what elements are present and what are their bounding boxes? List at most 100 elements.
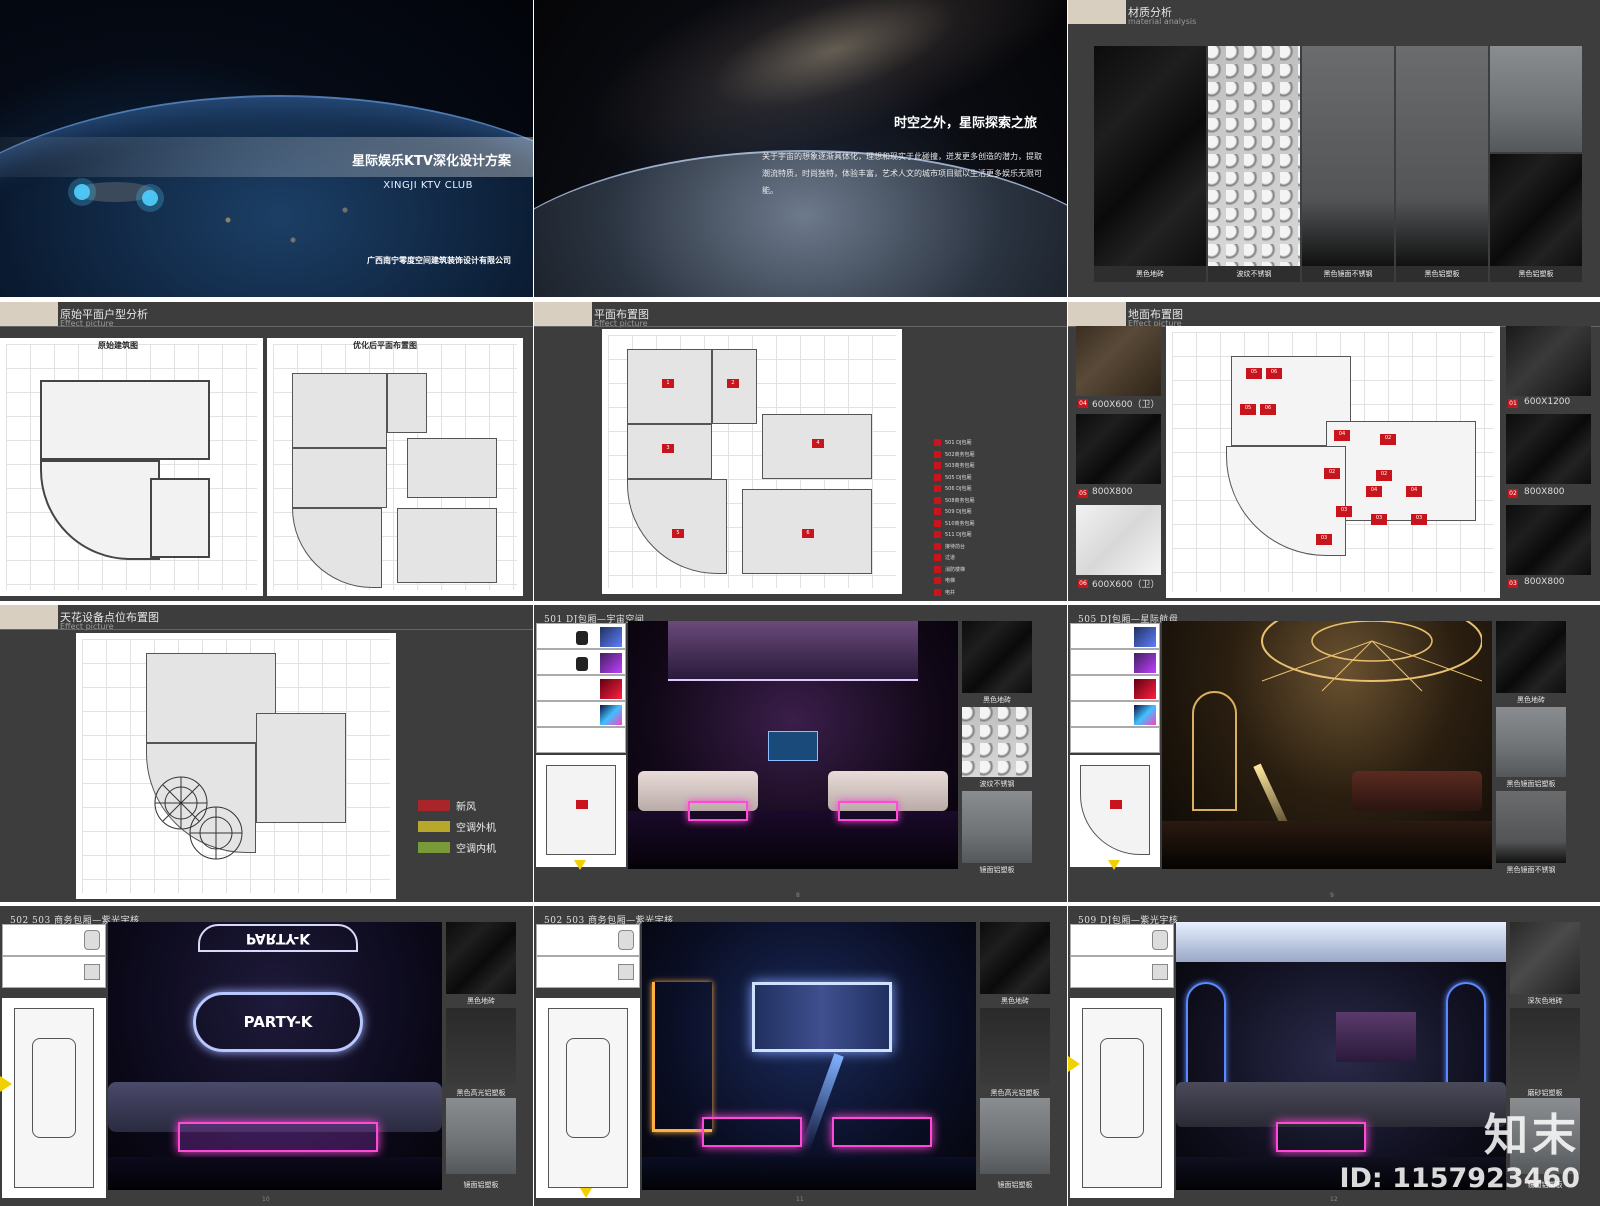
material-label: 黑色镜面不锈钢 <box>1302 266 1394 282</box>
concept-text: 关于宇宙的想象逐渐具体化，理想和现实于此碰撞，迸发更多创造的潜力，提取潮流特质，… <box>762 152 1042 195</box>
legend-row: 过道 <box>934 552 1044 564</box>
slide-room-502-503-a[interactable]: 502 503 商务包厢—紫光宇核 PARTY-K PARTY-K 黑色地砖 黑… <box>0 906 533 1206</box>
view-arrow-icon <box>574 860 586 870</box>
room <box>407 438 497 498</box>
legend-row: 501 DJ包厢 <box>934 437 1044 449</box>
room-marker <box>1110 800 1122 809</box>
slide-layout-plan[interactable]: 平面布置图 Effect picture 1 2 3 4 5 6 501 DJ包… <box>534 302 1067 601</box>
floor-tag: 05 <box>1240 404 1256 415</box>
slide-floor-plan[interactable]: 地面布置图 Effect picture 04 600X600（卫） 05 80… <box>1068 302 1600 601</box>
legend-row: 消防楼梯 <box>934 564 1044 576</box>
legend-text: 511 DJ包厢 <box>945 532 972 539</box>
material-label: 镜面铝塑板 <box>997 1181 1033 1189</box>
legend-text: 空调外机 <box>456 823 496 834</box>
light-thumbnail <box>1134 705 1156 725</box>
sofa-outline <box>566 1038 610 1138</box>
material-swatch <box>446 1098 516 1174</box>
slide-materials[interactable]: 材质分析 material analysis 黑色地砖 波纹不锈钢 黑色镜面不锈… <box>1068 0 1600 297</box>
tile-number: 03 <box>1508 579 1518 588</box>
header-divider <box>0 326 533 327</box>
material-label: 深灰色地砖 <box>1527 997 1563 1005</box>
room-render <box>1162 621 1492 869</box>
light-thumbnail <box>1134 679 1156 699</box>
header-block <box>0 302 58 326</box>
floor-tag: 04 <box>1366 486 1382 497</box>
equipment-table <box>2 924 106 988</box>
floor <box>628 811 958 869</box>
fixture-icon <box>618 930 634 950</box>
room-render: PARTY-K PARTY-K <box>108 922 442 1190</box>
floor-tag: 02 <box>1380 434 1396 445</box>
legend-swatch <box>934 554 941 562</box>
legend-text: 502商务包厢 <box>945 451 975 458</box>
legend-row: 508商务包厢 <box>934 495 1044 507</box>
project-subtitle: XINGJI KTV CLUB <box>383 180 473 191</box>
fixture-icon <box>618 964 634 980</box>
legend-row: 电井 <box>934 587 1044 599</box>
material-label: 黑色铝塑板 <box>1490 266 1582 282</box>
material-swatch <box>980 922 1050 994</box>
header-divider <box>534 326 1067 327</box>
legend-row: 接待前台 <box>934 541 1044 553</box>
original-plan-drawing: 原始建筑图 <box>0 338 263 596</box>
slide-ceiling-plan[interactable]: 天花设备点位布置图 Effect picture 新风 空调外机 空调内机 <box>0 605 533 902</box>
material-label: 磨砂铝塑板 <box>1527 1089 1563 1097</box>
screen <box>1336 1012 1416 1062</box>
slide-cover[interactable]: 星际娱乐KTV深化设计方案 XINGJI KTV CLUB 广西南宁零度空间建筑… <box>0 0 533 297</box>
legend-row: 506 DJ包厢 <box>934 483 1044 495</box>
legend-swatch <box>934 542 941 550</box>
slide-room-501[interactable]: 501 DJ包厢—宇宙空间 黑色地砖 波纹不锈钢 镜面铝塑板 8 <box>534 605 1067 902</box>
material-swatch <box>446 922 516 994</box>
material-label: 黑色高光铝塑板 <box>456 1089 506 1097</box>
ceiling-feature <box>189 806 243 860</box>
sofa-outline <box>32 1038 76 1138</box>
company-name: 广西南宁零度空间建筑装饰设计有限公司 <box>367 256 511 265</box>
light-thumbnail <box>600 627 622 647</box>
legend-text: 空调内机 <box>456 844 496 855</box>
legend-row: 505 DJ包厢 <box>934 472 1044 484</box>
room <box>292 448 387 508</box>
room <box>387 373 427 433</box>
sofa <box>1352 771 1482 811</box>
header-block <box>0 605 58 629</box>
slide-room-505[interactable]: 505 DJ包厢—星际航母 黑色地砖 黑色镜面铝塑板 黑色镜面不锈钢 9 <box>1068 605 1600 902</box>
table-light <box>688 801 748 821</box>
tile-swatch <box>1076 326 1161 396</box>
slide-subtitle: material analysis <box>1128 17 1197 26</box>
tile-number: 02 <box>1508 489 1518 498</box>
material-swatch <box>1302 46 1394 266</box>
floor-tag: 02 <box>1324 468 1340 479</box>
legend-swatch <box>934 450 941 458</box>
material-swatch <box>1510 922 1580 994</box>
room-key-plan <box>536 755 626 867</box>
screen <box>768 731 818 761</box>
equipment-table <box>1070 623 1160 753</box>
optimized-plan-drawing: 优化后平面布置图 <box>267 338 523 596</box>
room-key-plan <box>1070 755 1160 867</box>
slide-room-502-503-b[interactable]: 502 503 商务包厢—紫光宇核 黑色地砖 黑色高光铝塑板 镜面铝塑板 11 <box>534 906 1067 1206</box>
fixture-icon <box>576 631 588 645</box>
legend-swatch <box>418 842 450 853</box>
tile-size: 600X600（卫） <box>1092 580 1160 590</box>
room <box>1080 765 1150 855</box>
view-arrow-icon <box>580 1188 592 1198</box>
room <box>546 765 616 855</box>
tile-number: 04 <box>1078 399 1088 408</box>
slide-original-plan[interactable]: 原始平面户型分析 Effect picture 原始建筑图 优化后平面布置图 <box>0 302 533 601</box>
table-light <box>838 801 898 821</box>
page-number: 8 <box>796 892 800 899</box>
tile-swatch <box>1506 326 1591 396</box>
material-card: 黑色地砖 黑色高光铝塑板 镜面铝塑板 <box>446 922 516 1189</box>
material-label: 波纹不锈钢 <box>979 780 1015 788</box>
floor-tag: 06 <box>1266 368 1282 379</box>
slide-concept[interactable]: 时空之外，星际探索之旅 关于宇宙的想象逐渐具体化，理想和现实于此碰撞，迸发更多创… <box>534 0 1067 297</box>
room-key-plan <box>1070 998 1174 1198</box>
fixture-icon <box>1152 930 1168 950</box>
header-block <box>1068 0 1126 24</box>
legend-row: 503商务包厢 <box>934 460 1044 472</box>
legend-swatch <box>934 439 941 447</box>
ceiling-panel <box>668 621 918 681</box>
legend-swatch <box>934 588 941 596</box>
legend-text: 电梯 <box>945 578 956 585</box>
fixture-icon <box>84 930 100 950</box>
